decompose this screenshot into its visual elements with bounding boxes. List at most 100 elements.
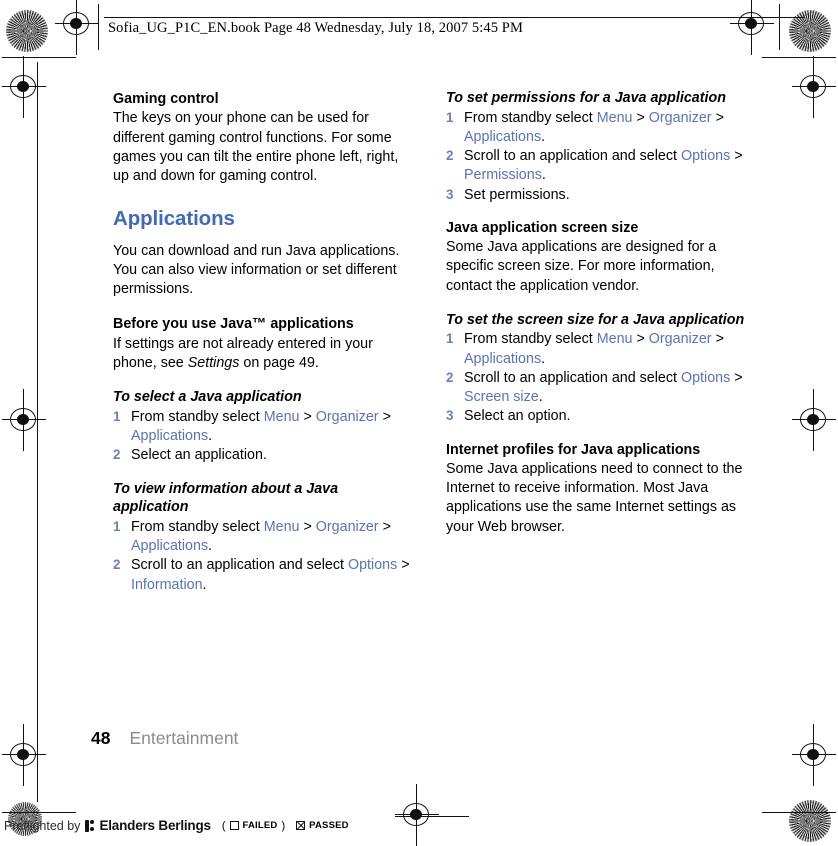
step-item: Scroll to an application and select Opti… xyxy=(446,369,746,407)
page-footer: 48 Entertainment xyxy=(91,728,238,749)
section-heading-applications: Applications xyxy=(113,207,235,231)
step-text: Scroll to an application and select xyxy=(464,369,681,386)
step-item: From standby select Menu > Organizer > A… xyxy=(113,518,413,556)
link-menu[interactable]: Menu xyxy=(264,409,300,425)
preflight-passed-group: PASSED xyxy=(296,820,349,831)
heading-to-set-screen-size: To set the screen size for a Java applic… xyxy=(446,311,745,328)
separator-gt: > xyxy=(382,408,391,425)
link-menu[interactable]: Menu xyxy=(597,110,633,126)
step-item: From standby select Menu > Organizer > A… xyxy=(446,330,746,368)
before-text-settings: Settings xyxy=(187,354,240,371)
crop-line-top-right xyxy=(762,57,836,58)
steps-to-set-permissions: From standby select Menu > Organizer > A… xyxy=(446,109,746,205)
preflight-bar: Preflighted by Elanders Berlings ( FAILE… xyxy=(4,818,349,833)
separator-gt: > xyxy=(303,518,312,535)
step-text: Scroll to an application and select xyxy=(464,148,681,165)
period: . xyxy=(538,389,543,406)
link-options[interactable]: Options xyxy=(348,557,397,573)
step-text: Select an option. xyxy=(464,408,571,425)
separator-gt: > xyxy=(382,518,391,535)
period: . xyxy=(541,167,546,184)
preflight-close-paren: ) xyxy=(281,819,286,832)
separator-gt: > xyxy=(636,331,645,348)
link-applications[interactable]: Applications xyxy=(131,538,208,554)
period: . xyxy=(541,350,546,367)
heading-to-set-permissions: To set permissions for a Java applicatio… xyxy=(446,90,726,106)
heading-to-select-java-application: To select a Java application xyxy=(113,389,302,406)
preflight-by-label: Preflighted by xyxy=(4,818,81,833)
separator-gt: > xyxy=(734,148,743,165)
step-item: Select an option. xyxy=(446,407,746,426)
separator-gt: > xyxy=(715,109,724,126)
before-text-post: on page 49. xyxy=(239,354,319,371)
link-organizer[interactable]: Organizer xyxy=(316,519,379,535)
crop-line-top-left xyxy=(2,57,76,58)
paragraph-before-you-use-java: If settings are not already entered in y… xyxy=(113,335,413,373)
steps-to-view-information: From standby select Menu > Organizer > A… xyxy=(113,518,413,595)
heading-java-application-screen-size: Java application screen size xyxy=(446,219,639,236)
header-divider-left xyxy=(98,4,99,50)
crop-line-bottom-left xyxy=(2,812,76,813)
separator-gt: > xyxy=(715,331,724,348)
link-options[interactable]: Options xyxy=(681,148,730,164)
link-information[interactable]: Information xyxy=(131,577,203,593)
heading-to-view-information-java-application: To view information about a Java applica… xyxy=(113,481,339,516)
checkbox-passed-icon[interactable] xyxy=(296,821,306,830)
period: . xyxy=(202,576,207,593)
step-item: From standby select Menu > Organizer > A… xyxy=(446,109,746,147)
step-text: From standby select xyxy=(464,331,597,348)
left-column: Gaming control The keys on your phone ca… xyxy=(113,90,413,595)
steps-to-set-screen-size: From standby select Menu > Organizer > A… xyxy=(446,330,746,426)
paragraph-gaming-control: The keys on your phone can be used for d… xyxy=(113,110,399,184)
link-permissions[interactable]: Permissions xyxy=(464,167,542,183)
heading-gaming-control: Gaming control xyxy=(113,91,219,107)
right-column: To set permissions for a Java applicatio… xyxy=(446,90,746,537)
heading-internet-profiles: Internet profiles for Java applications xyxy=(446,441,701,458)
link-options[interactable]: Options xyxy=(681,370,730,386)
registration-mark-top-left xyxy=(55,0,99,55)
link-screen-size[interactable]: Screen size xyxy=(464,389,539,405)
elanders-logo-icon xyxy=(85,819,95,832)
link-organizer[interactable]: Organizer xyxy=(649,331,712,347)
step-text: From standby select xyxy=(464,109,597,126)
registration-burst-bottom-right xyxy=(789,800,831,842)
step-text: Scroll to an application and select xyxy=(131,557,348,574)
registration-mark-bottom-center xyxy=(395,784,439,846)
step-text: From standby select xyxy=(131,518,264,535)
step-item: Set permissions. xyxy=(446,186,746,205)
crop-line-bottom-right xyxy=(762,812,836,813)
preflight-passed-label: PASSED xyxy=(309,820,349,831)
checkbox-failed-icon[interactable] xyxy=(229,821,239,830)
paragraph-java-application-screen-size: Some Java applications are designed for … xyxy=(446,239,717,294)
header-divider-right xyxy=(779,4,780,50)
preflight-open-paren: ( xyxy=(221,819,226,832)
separator-gt: > xyxy=(636,109,645,126)
period: . xyxy=(208,538,213,555)
step-item: Scroll to an application and select Opti… xyxy=(113,556,413,594)
paragraph-internet-profiles: Some Java applications need to connect t… xyxy=(446,460,743,535)
preflight-failed-label: FAILED xyxy=(242,820,278,831)
document-header-line: Sofia_UG_P1C_EN.book Page 48 Wednesday, … xyxy=(108,20,523,36)
link-organizer[interactable]: Organizer xyxy=(649,110,712,126)
step-text: Set permissions. xyxy=(464,186,570,203)
link-menu[interactable]: Menu xyxy=(597,331,633,347)
paragraph-applications-intro: You can download and run Java applicatio… xyxy=(113,242,400,298)
preflight-failed-group: ( FAILED ) xyxy=(222,820,285,832)
separator-gt: > xyxy=(734,369,743,386)
link-applications[interactable]: Applications xyxy=(464,351,541,367)
block-java-screen-size: Java application screen size Some Java a… xyxy=(446,219,746,296)
link-applications[interactable]: Applications xyxy=(464,129,541,145)
steps-to-select-java-application: From standby select Menu > Organizer > A… xyxy=(113,408,413,466)
step-text: Select an application. xyxy=(131,447,267,464)
separator-gt: > xyxy=(401,557,410,574)
link-menu[interactable]: Menu xyxy=(264,519,300,535)
link-applications[interactable]: Applications xyxy=(131,428,208,444)
period: . xyxy=(208,428,213,445)
page-content: Gaming control The keys on your phone ca… xyxy=(0,60,838,760)
separator-gt: > xyxy=(303,408,312,425)
footer-page-number: 48 xyxy=(91,728,111,748)
crop-line-bottom-center xyxy=(395,816,469,817)
registration-burst-top-left xyxy=(6,10,48,52)
registration-mark-top-right xyxy=(730,0,774,55)
link-organizer[interactable]: Organizer xyxy=(316,409,379,425)
